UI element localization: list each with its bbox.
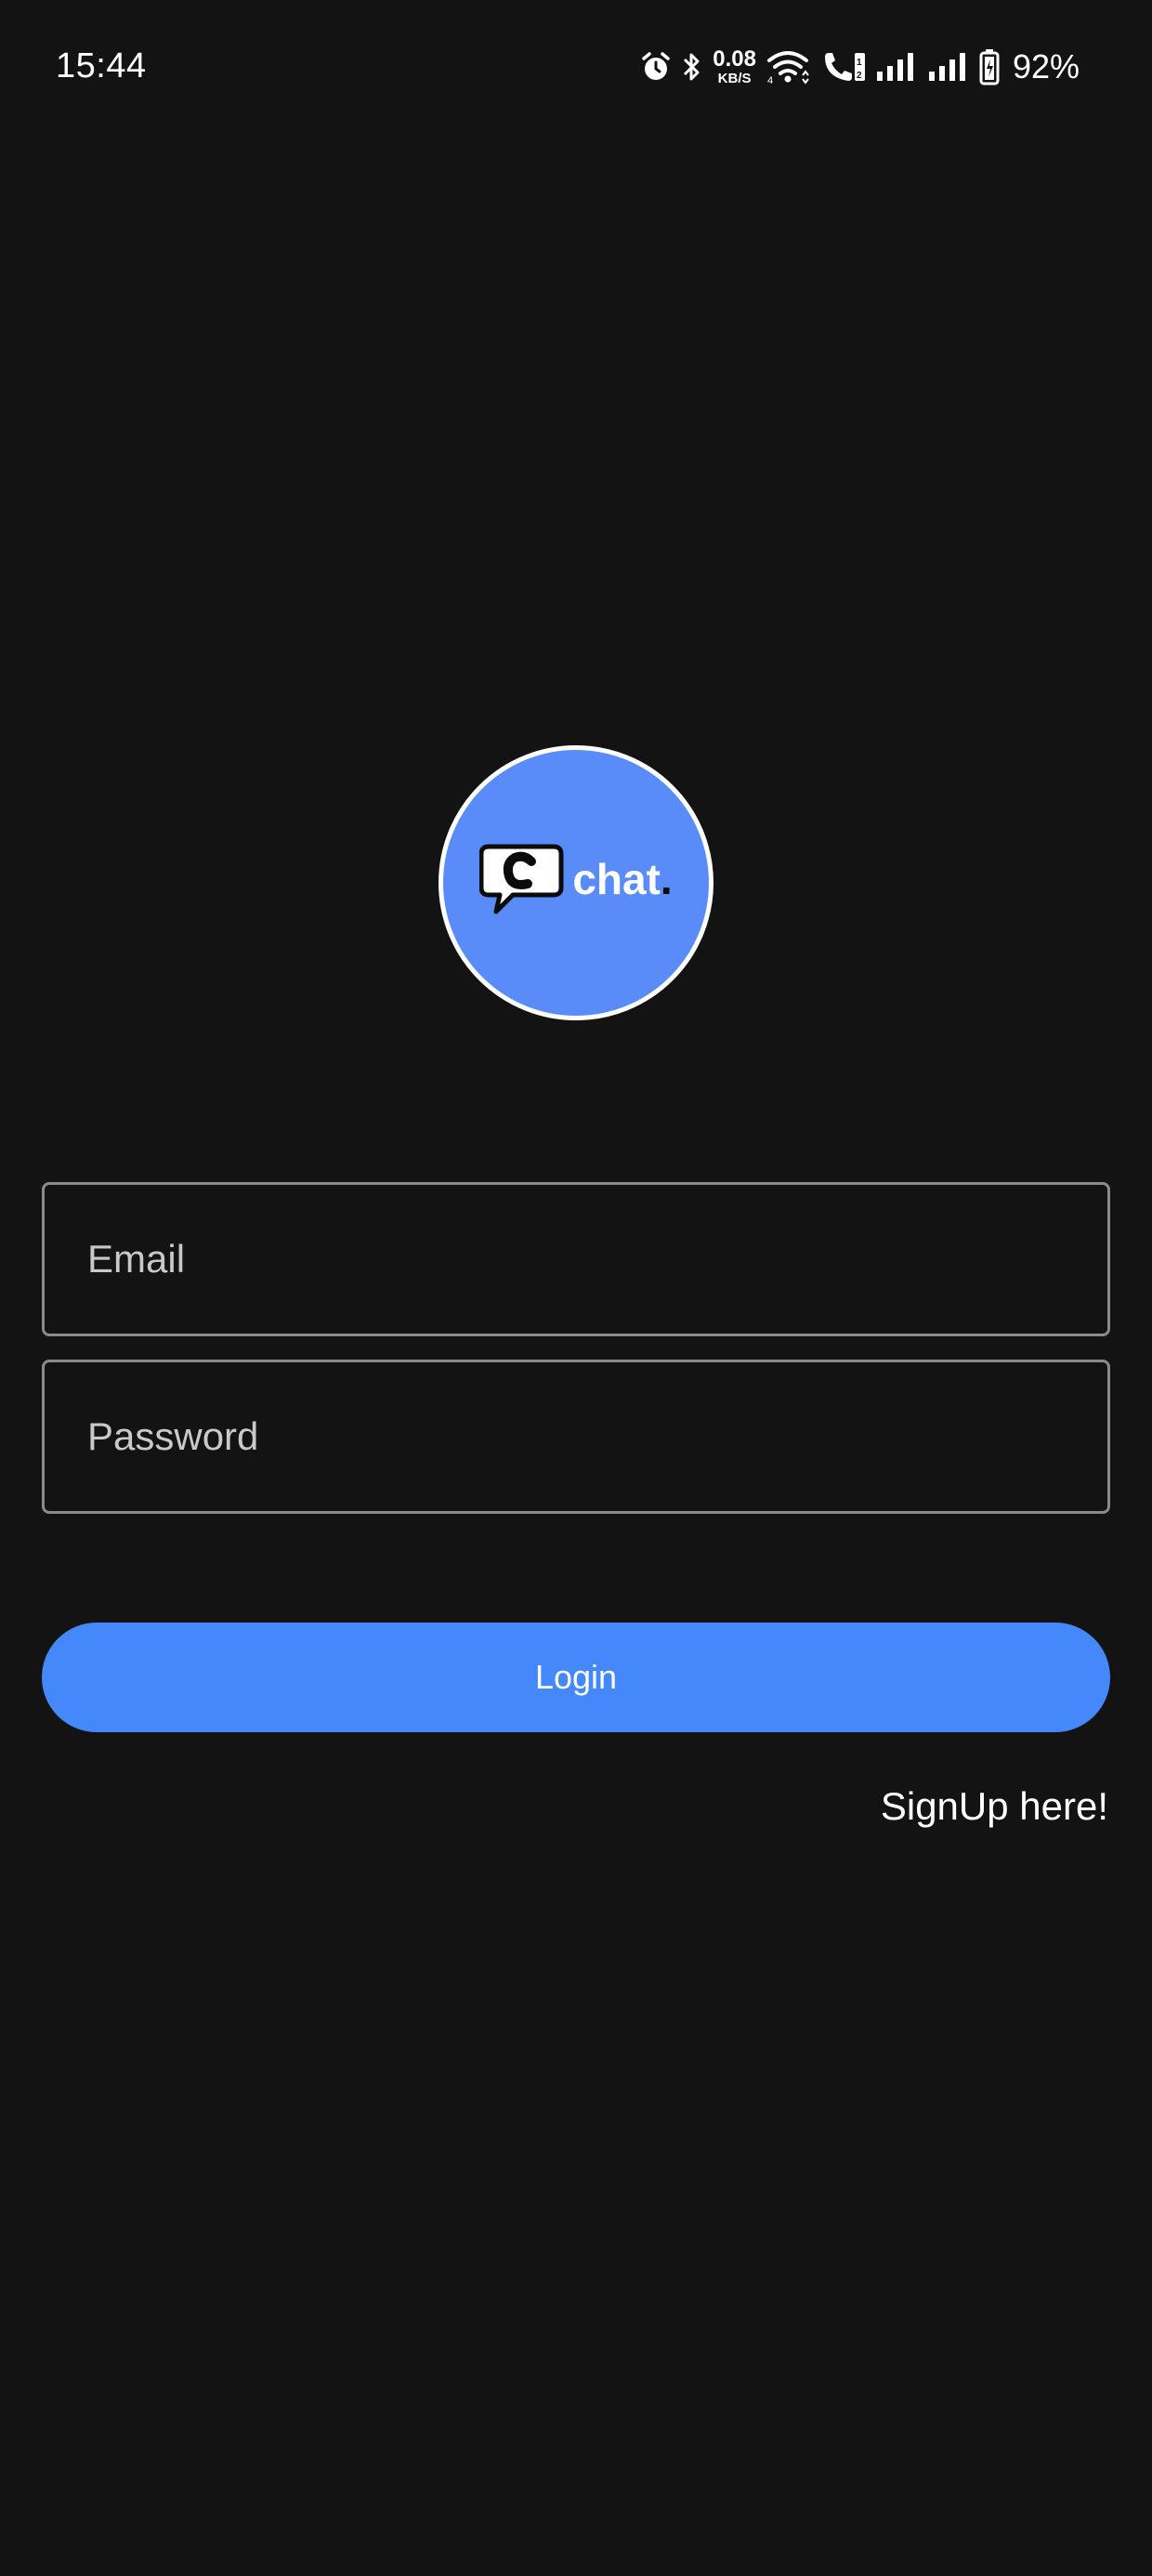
volte-call-icon: 1 2: [819, 49, 866, 85]
logo-content: chat.: [479, 841, 673, 917]
battery-percent: 92%: [1012, 47, 1080, 85]
login-screen: 15:44 0.08 KB/S 4 1 2 92% chat . Email L…: [0, 0, 1152, 2576]
alarm-icon: [640, 51, 672, 83]
logo-text: chat: [572, 855, 661, 903]
signup-link[interactable]: SignUp here!: [881, 1784, 1108, 1829]
chat-bubble-icon: [479, 844, 564, 914]
password-field[interactable]: [45, 1362, 1107, 1511]
network-speed: 0.08 KB/S: [713, 46, 756, 86]
email-field[interactable]: [45, 1185, 1107, 1334]
app-logo: chat.: [439, 745, 713, 1020]
password-field-container: [42, 1360, 1110, 1514]
signal-icon: [927, 51, 970, 83]
battery-icon: [979, 48, 1000, 85]
status-icons: 0.08 KB/S 4 1 2 92%: [640, 45, 1080, 89]
login-button[interactable]: Login: [42, 1623, 1110, 1732]
status-time: 15:44: [56, 46, 147, 85]
email-field-container: [42, 1182, 1110, 1336]
bluetooth-icon: [681, 50, 703, 84]
svg-text:1: 1: [857, 58, 862, 68]
wifi-icon: 4: [766, 49, 810, 85]
svg-text:2: 2: [857, 71, 862, 81]
network-speed-unit: KB/S: [717, 71, 752, 86]
signal-icon: [875, 51, 918, 83]
logo-wordmark: chat.: [572, 854, 672, 904]
svg-text:4: 4: [767, 75, 773, 85]
logo-dot: .: [660, 855, 673, 903]
network-speed-value: 0.08: [713, 46, 756, 72]
status-bar: 15:44 0.08 KB/S 4 1 2 92%: [0, 0, 1152, 139]
